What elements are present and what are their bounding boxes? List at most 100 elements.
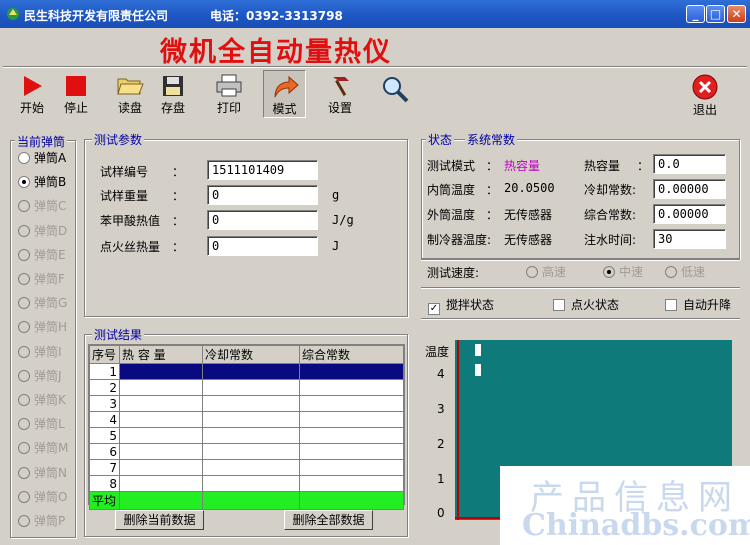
table-row[interactable]: 7 (89, 459, 404, 476)
table-cell[interactable] (299, 363, 404, 380)
table-row[interactable]: 5 (89, 427, 404, 444)
radio-dot[interactable] (18, 418, 30, 431)
bomb-radio-15[interactable]: 弹筒P (18, 513, 65, 529)
heat-cap-input[interactable]: 0.0 (653, 154, 726, 174)
table-row[interactable]: 8 (89, 475, 404, 492)
ignite-checkbox-box[interactable] (553, 299, 565, 311)
benzoic-input[interactable]: 0 (207, 210, 318, 230)
bomb-radio-13[interactable]: 弹筒N (18, 465, 67, 481)
table-cell[interactable] (202, 427, 300, 444)
delete-all-button[interactable]: 删除全部数据 (284, 510, 373, 530)
table-cell[interactable] (119, 395, 203, 412)
radio-dot[interactable] (665, 266, 677, 278)
results-table[interactable]: 序号 热 容 量 冷却常数 综合常数 1 2 3 4 5 6 7 8 平均 (88, 344, 405, 510)
speed-radio-1[interactable]: 中速 (603, 264, 643, 280)
ignite-checkbox[interactable]: 点火状态 (553, 296, 619, 313)
table-cell[interactable] (119, 379, 203, 396)
radio-dot[interactable] (18, 466, 30, 479)
table-row[interactable]: 1 (89, 363, 404, 380)
bomb-radio-7[interactable]: 弹筒H (18, 319, 67, 335)
search-button[interactable] (375, 70, 415, 118)
bomb-radio-10[interactable]: 弹筒K (18, 392, 66, 408)
radio-dot[interactable] (18, 224, 30, 237)
read-disk-button[interactable]: 读盘 (110, 70, 150, 118)
table-row[interactable]: 3 (89, 395, 404, 412)
radio-dot[interactable] (18, 345, 30, 358)
auto-rise-checkbox-box[interactable] (665, 299, 677, 311)
radio-dot[interactable] (18, 297, 30, 310)
sample-no-input[interactable]: 1511101409 (207, 160, 318, 180)
table-cell[interactable] (299, 395, 404, 412)
table-cell[interactable] (299, 411, 404, 428)
table-cell[interactable] (202, 459, 300, 476)
table-cell[interactable] (119, 459, 203, 476)
bomb-radio-6[interactable]: 弹筒G (18, 295, 67, 311)
table-cell[interactable] (299, 443, 404, 460)
bomb-radio-label: 弹筒P (34, 514, 66, 528)
auto-rise-checkbox[interactable]: 自动升降 (665, 296, 731, 313)
table-cell[interactable] (119, 475, 203, 492)
table-cell[interactable] (202, 395, 300, 412)
table-cell[interactable] (202, 443, 300, 460)
exit-button[interactable]: 退出 (685, 70, 725, 118)
radio-dot[interactable] (18, 273, 30, 285)
bomb-radio-8[interactable]: 弹筒I (18, 344, 62, 360)
table-cell[interactable] (299, 427, 404, 444)
radio-dot[interactable] (18, 515, 30, 527)
start-button[interactable]: 开始 (12, 70, 52, 118)
radio-dot[interactable] (526, 266, 538, 278)
cooling-const-input[interactable]: 0.00000 (653, 179, 726, 199)
bomb-radio-12[interactable]: 弹筒M (18, 440, 68, 456)
radio-dot[interactable] (18, 321, 30, 334)
table-cell[interactable] (299, 459, 404, 476)
bomb-radio-0[interactable]: 弹筒A (18, 150, 66, 166)
table-cell[interactable] (119, 411, 203, 428)
radio-dot[interactable] (18, 152, 30, 164)
bomb-radio-1[interactable]: 弹筒B (18, 174, 66, 190)
water-time-input[interactable]: 30 (653, 229, 726, 249)
maximize-button[interactable]: □ (706, 5, 725, 23)
bomb-radio-11[interactable]: 弹筒L (18, 416, 65, 432)
radio-dot[interactable] (18, 490, 30, 503)
mode-button[interactable]: 模式 (263, 70, 306, 118)
bomb-radio-5[interactable]: 弹筒F (18, 271, 65, 287)
table-row[interactable]: 6 (89, 443, 404, 460)
delete-current-button[interactable]: 删除当前数据 (115, 510, 204, 530)
table-cell[interactable] (119, 427, 203, 444)
table-cell[interactable] (119, 443, 203, 460)
radio-dot[interactable] (18, 442, 30, 455)
print-button[interactable]: 打印 (208, 70, 250, 118)
ignition-input[interactable]: 0 (207, 236, 318, 256)
table-cell[interactable] (202, 363, 300, 380)
table-row[interactable]: 4 (89, 411, 404, 428)
stop-button[interactable]: 停止 (56, 70, 96, 118)
table-cell[interactable] (202, 411, 300, 428)
bomb-radio-2[interactable]: 弹筒C (18, 198, 66, 214)
radio-dot[interactable] (18, 200, 30, 213)
radio-dot[interactable] (18, 176, 30, 189)
save-disk-button[interactable]: 存盘 (153, 70, 193, 118)
table-row[interactable]: 2 (89, 379, 404, 396)
bomb-radio-14[interactable]: 弹筒O (18, 489, 67, 505)
radio-dot[interactable] (603, 266, 615, 278)
table-cell[interactable] (202, 379, 300, 396)
radio-dot[interactable] (18, 394, 30, 406)
radio-dot[interactable] (18, 248, 30, 261)
bomb-radio-9[interactable]: 弹筒J (18, 368, 62, 384)
speed-radio-2[interactable]: 低速 (665, 264, 705, 280)
settings-button[interactable]: 设置 (320, 70, 360, 118)
table-cell[interactable] (202, 475, 300, 492)
stir-checkbox[interactable]: ✓ 搅拌状态 (428, 296, 494, 315)
speed-radio-0[interactable]: 高速 (526, 264, 566, 280)
composite-const-input[interactable]: 0.00000 (653, 204, 726, 224)
close-window-button[interactable]: ✕ (727, 5, 746, 23)
stir-checkbox-box[interactable]: ✓ (428, 303, 440, 315)
bomb-radio-4[interactable]: 弹筒E (18, 247, 66, 263)
bomb-radio-3[interactable]: 弹筒D (18, 223, 67, 239)
minimize-button[interactable]: _ (686, 5, 705, 23)
table-cell[interactable] (299, 379, 404, 396)
table-cell[interactable] (299, 475, 404, 492)
radio-dot[interactable] (18, 369, 30, 382)
table-cell[interactable] (119, 363, 203, 380)
sample-weight-input[interactable]: 0 (207, 185, 318, 205)
